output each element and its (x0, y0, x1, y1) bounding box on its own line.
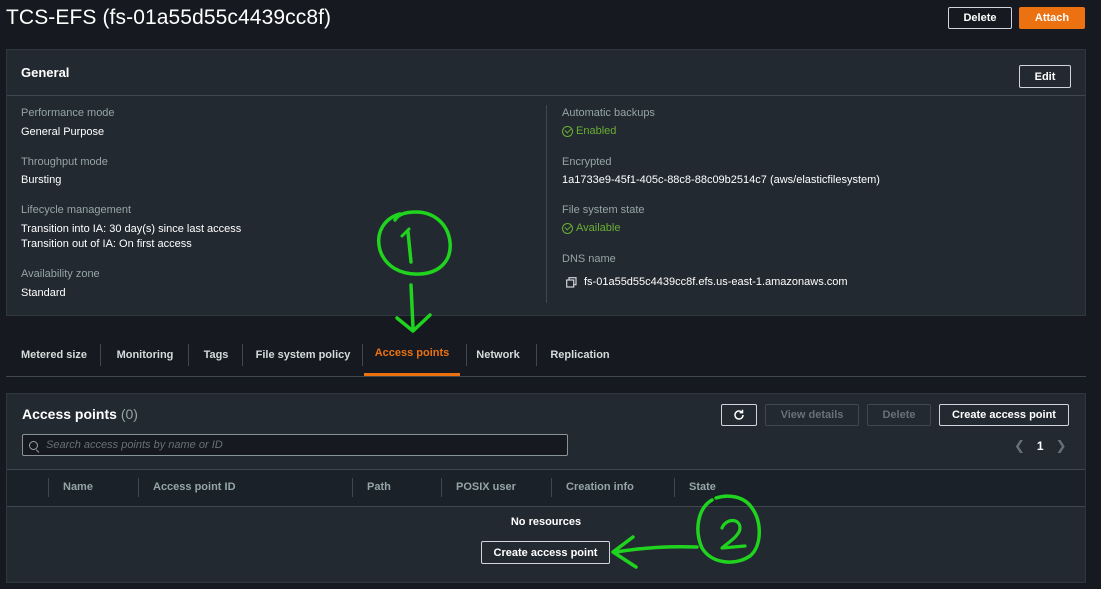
access-points-heading: Access points (0) (22, 406, 138, 422)
automatic-backups-status: Enabled (562, 125, 616, 137)
detail-tabs: Metered size Monitoring Tags File system… (6, 333, 1086, 377)
refresh-icon (734, 409, 744, 420)
page-title: TCS-EFS (fs-01a55d55c4439cc8f) (6, 6, 332, 29)
file-system-state-label: File system state (562, 204, 645, 216)
tab-file-system-policy[interactable]: File system policy (248, 333, 358, 376)
view-details-button[interactable]: View details (765, 404, 859, 426)
edit-button[interactable]: Edit (1019, 65, 1071, 88)
availability-zone-label: Availability zone (21, 268, 100, 280)
column-header-access-point-id[interactable]: Access point ID (153, 481, 236, 493)
throughput-mode-value: Bursting (21, 174, 62, 186)
check-circle-icon (562, 222, 573, 234)
column-separator (138, 478, 139, 497)
tab-separator (242, 344, 243, 366)
column-header-name[interactable]: Name (63, 481, 93, 493)
tab-separator (362, 344, 363, 366)
tab-separator (100, 344, 101, 366)
previous-page-icon[interactable]: ❮ (1014, 438, 1025, 454)
automatic-backups-value: Enabled (576, 125, 617, 137)
tab-metered-size[interactable]: Metered size (14, 333, 94, 376)
tab-separator (466, 344, 467, 366)
availability-zone-value: Standard (21, 287, 66, 299)
general-panel-header: General Edit (7, 50, 1085, 96)
create-access-point-button[interactable]: Create access point (939, 404, 1069, 426)
column-separator (441, 478, 442, 497)
access-points-title: Access points (22, 406, 117, 422)
encrypted-label: Encrypted (562, 156, 612, 168)
next-page-icon[interactable]: ❯ (1056, 438, 1067, 454)
access-points-count: (0) (120, 406, 138, 422)
delete-access-point-button[interactable]: Delete (867, 404, 931, 426)
pagination: ❮ 1 ❯ (1014, 438, 1067, 454)
dns-name-row: fs-01a55d55c4439cc8f.efs.us-east-1.amazo… (566, 276, 848, 288)
column-separator (551, 478, 552, 497)
lifecycle-value-ia: Transition into IA: 30 day(s) since last… (21, 223, 242, 235)
attach-button[interactable]: Attach (1019, 7, 1085, 29)
copy-icon[interactable] (566, 276, 577, 288)
column-header-path[interactable]: Path (367, 481, 391, 493)
tab-replication[interactable]: Replication (542, 333, 618, 376)
automatic-backups-label: Automatic backups (562, 107, 655, 119)
column-separator (48, 478, 49, 497)
search-icon (29, 440, 38, 450)
performance-mode-label: Performance mode (21, 107, 115, 119)
file-system-state-value: Available (576, 222, 621, 234)
delete-file-system-button[interactable]: Delete (948, 7, 1012, 29)
encrypted-value: 1a1733e9-45f1-405c-88c8-88c09b2514c7 (aw… (562, 174, 880, 186)
lifecycle-value-out-ia: Transition out of IA: On first access (21, 238, 192, 250)
search-input[interactable] (46, 439, 546, 451)
page-header: TCS-EFS (fs-01a55d55c4439cc8f) Delete At… (0, 0, 1101, 40)
column-header-posix-user[interactable]: POSIX user (456, 481, 516, 493)
tab-network[interactable]: Network (470, 333, 526, 376)
column-header-creation-info[interactable]: Creation info (566, 481, 634, 493)
column-divider (546, 105, 547, 303)
column-separator (674, 478, 675, 497)
general-title: General (21, 65, 70, 80)
tab-tags[interactable]: Tags (194, 333, 238, 376)
empty-state-create-access-point-button[interactable]: Create access point (481, 541, 610, 564)
page-number[interactable]: 1 (1037, 439, 1044, 453)
dns-name-value: fs-01a55d55c4439cc8f.efs.us-east-1.amazo… (584, 276, 848, 288)
tab-access-points[interactable]: Access points (364, 333, 460, 376)
throughput-mode-label: Throughput mode (21, 156, 108, 168)
column-separator (352, 478, 353, 497)
check-circle-icon (562, 125, 573, 137)
empty-state-text: No resources (510, 516, 582, 528)
refresh-button[interactable] (721, 404, 757, 426)
performance-mode-value: General Purpose (21, 126, 105, 138)
dns-name-label: DNS name (562, 253, 616, 265)
file-system-state-status: Available (562, 222, 620, 234)
column-header-state[interactable]: State (689, 481, 716, 493)
search-box[interactable] (22, 434, 568, 456)
lifecycle-label: Lifecycle management (21, 204, 132, 216)
tab-monitoring[interactable]: Monitoring (106, 333, 184, 376)
tab-separator (188, 344, 189, 366)
tab-separator (536, 344, 537, 366)
